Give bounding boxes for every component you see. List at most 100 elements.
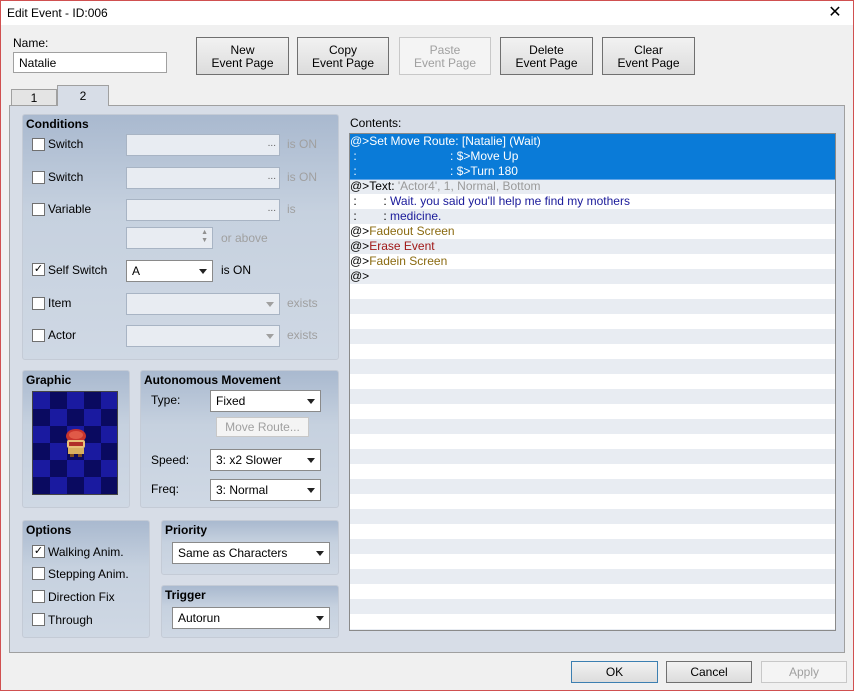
copy-event-page-button[interactable]: Copy Event Page: [297, 37, 389, 75]
type-label: Type:: [151, 393, 181, 407]
window-title: Edit Event - ID:006: [7, 6, 108, 20]
variable-label: Variable: [48, 202, 92, 216]
switch2-field[interactable]: ...: [126, 167, 280, 189]
item-select[interactable]: [126, 293, 280, 315]
switch1-field[interactable]: ...: [126, 134, 280, 156]
self-switch-value: A: [132, 264, 141, 278]
title-bar[interactable]: Edit Event - ID:006 ✕: [1, 1, 853, 25]
variable-value-spinner[interactable]: ▲ ▼: [126, 227, 213, 249]
options-title: Options: [26, 523, 72, 537]
ellipsis-icon: ...: [267, 203, 276, 214]
command-row[interactable]: @>Fadeout Screen: [350, 224, 835, 239]
chevron-down-icon: [307, 488, 315, 493]
chevron-down-icon: [199, 269, 207, 274]
walking-anim-label: Walking Anim.: [48, 545, 124, 559]
graphic-title: Graphic: [26, 373, 72, 387]
trigger-title: Trigger: [165, 588, 206, 602]
switch1-suffix: is ON: [287, 137, 317, 151]
delete-event-page-button[interactable]: Delete Event Page: [500, 37, 593, 75]
clear-event-page-button[interactable]: Clear Event Page: [602, 37, 695, 75]
command-row[interactable]: : : $>Turn 180: [350, 164, 835, 180]
variable-checkbox[interactable]: [32, 203, 45, 216]
actor-suffix: exists: [287, 328, 318, 342]
apply-button[interactable]: Apply: [761, 661, 847, 683]
actor-select[interactable]: [126, 325, 280, 347]
stepping-anim-checkbox[interactable]: [32, 567, 45, 580]
command-text: 'Actor4', 1, Normal, Bottom: [397, 179, 541, 193]
item-suffix: exists: [287, 296, 318, 310]
command-row[interactable]: : : Wait. you said you'll help me find m…: [350, 194, 835, 209]
self-switch-label: Self Switch: [48, 263, 108, 277]
movement-type-select[interactable]: Fixed: [210, 390, 321, 412]
ellipsis-icon: ...: [267, 171, 276, 182]
command-text: : :: [350, 209, 391, 223]
switch2-checkbox[interactable]: [32, 171, 45, 184]
variable-field[interactable]: ...: [126, 199, 280, 221]
command-text: @>: [350, 254, 370, 268]
chevron-down-icon: [266, 334, 274, 339]
speed-select[interactable]: 3: x2 Slower: [210, 449, 321, 471]
event-contents-list[interactable]: @>Set Move Route: [Natalie] (Wait) : : $…: [349, 133, 836, 631]
switch2-label: Switch: [48, 170, 84, 184]
movement-type-value: Fixed: [216, 394, 246, 408]
cancel-button[interactable]: Cancel: [666, 661, 752, 683]
command-text: Wait. you said you'll help me find my mo…: [390, 194, 630, 208]
name-label: Name:: [13, 36, 49, 50]
switch1-checkbox[interactable]: [32, 138, 45, 151]
freq-label: Freq:: [151, 482, 180, 496]
actor-checkbox[interactable]: [32, 329, 45, 342]
ok-button[interactable]: OK: [571, 661, 658, 683]
options-group: Options ✓ Walking Anim. Stepping Anim. D…: [22, 520, 150, 638]
through-checkbox[interactable]: [32, 613, 45, 626]
command-row[interactable]: @>Text: 'Actor4', 1, Normal, Bottom: [350, 179, 835, 194]
tab-page-2[interactable]: 2: [57, 85, 109, 106]
command-text: @>Text:: [350, 179, 398, 193]
trigger-select[interactable]: Autorun: [172, 607, 330, 629]
trigger-value: Autorun: [178, 611, 221, 625]
autonomous-movement-title: Autonomous Movement: [144, 373, 281, 387]
variable-spin-suffix: or above: [221, 231, 268, 245]
freq-select[interactable]: 3: Normal: [210, 479, 321, 501]
item-checkbox[interactable]: [32, 297, 45, 310]
self-switch-select[interactable]: A: [126, 260, 213, 282]
command-text: : : $>Move Up: [350, 149, 519, 163]
command-text: Fadein Screen: [369, 254, 448, 268]
self-switch-checkbox[interactable]: ✓: [32, 263, 45, 276]
walking-anim-checkbox[interactable]: ✓: [32, 545, 45, 558]
command-text: : : $>Turn 180: [350, 164, 518, 178]
command-row[interactable]: : : medicine.: [350, 209, 835, 224]
direction-fix-checkbox[interactable]: [32, 590, 45, 603]
command-text: @>Set Move Route: [Natalie] (Wait): [350, 134, 541, 148]
item-label: Item: [48, 296, 72, 310]
new-event-page-button[interactable]: New Event Page: [196, 37, 289, 75]
close-icon[interactable]: ✕: [825, 3, 845, 23]
chevron-down-icon: [316, 616, 324, 621]
ellipsis-icon: ...: [267, 138, 276, 149]
trigger-group: Trigger Autorun: [161, 585, 339, 638]
character-sprite-icon: [66, 429, 86, 457]
conditions-title: Conditions: [26, 117, 89, 131]
edit-event-window: Edit Event - ID:006 ✕ Name: NewEvent Pag…: [0, 0, 854, 691]
command-row[interactable]: @>: [350, 269, 835, 284]
spinner-arrows-icon: ▲ ▼: [201, 229, 208, 244]
event-graphic-preview[interactable]: [32, 391, 118, 495]
command-text: @>: [350, 239, 370, 253]
command-text: @>: [350, 224, 370, 238]
self-switch-suffix: is ON: [221, 263, 251, 277]
priority-value: Same as Characters: [178, 546, 288, 560]
name-input[interactable]: [13, 52, 167, 73]
move-route-button[interactable]: Move Route...: [216, 417, 309, 437]
command-row[interactable]: : : $>Move Up: [350, 149, 835, 165]
command-text: Erase Event: [369, 239, 435, 253]
freq-value: 3: Normal: [216, 483, 269, 497]
command-row[interactable]: @>Set Move Route: [Natalie] (Wait): [350, 134, 835, 150]
speed-value: 3: x2 Slower: [216, 453, 283, 467]
command-row[interactable]: @>Fadein Screen: [350, 254, 835, 269]
switch2-suffix: is ON: [287, 170, 317, 184]
command-row[interactable]: @>Erase Event: [350, 239, 835, 254]
tab-page-1[interactable]: 1: [11, 89, 57, 105]
chevron-down-icon: [316, 551, 324, 556]
priority-select[interactable]: Same as Characters: [172, 542, 330, 564]
paste-event-page-button[interactable]: Paste Event Page: [399, 37, 491, 75]
direction-fix-label: Direction Fix: [48, 590, 115, 604]
